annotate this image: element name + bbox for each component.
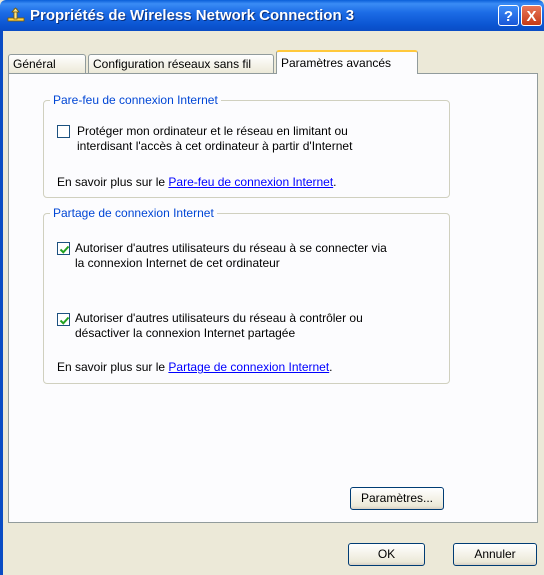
cancel-button[interactable]: Annuler	[453, 543, 537, 566]
firewall-group: Pare-feu de connexion Internet Protéger …	[43, 93, 450, 198]
close-icon: X	[526, 8, 537, 25]
tab-advanced[interactable]: Paramètres avancés	[276, 50, 418, 74]
settings-button[interactable]: Paramètres...	[350, 487, 444, 510]
sharing-group: Partage de connexion Internet Autoriser …	[43, 206, 450, 384]
firewall-checkbox[interactable]	[57, 125, 70, 138]
allow-connect-line1: Autoriser d'autres utilisateurs du résea…	[75, 241, 387, 255]
sharing-learn-more: En savoir plus sur le Partage de connexi…	[57, 360, 333, 375]
checkmark-icon	[59, 245, 70, 254]
allow-connect-checkbox[interactable]	[57, 242, 70, 255]
checkmark-icon	[59, 316, 70, 325]
close-button[interactable]: X	[521, 5, 542, 26]
allow-control-line2: désactiver la connexion Internet partagé…	[75, 326, 296, 340]
window-border	[0, 31, 3, 575]
firewall-learn-more: En savoir plus sur le Pare-feu de connex…	[57, 175, 337, 190]
firewall-legend: Pare-feu de connexion Internet	[50, 93, 221, 107]
properties-dialog: Propriétés de Wireless Network Connectio…	[0, 0, 544, 575]
tab-wireless-config[interactable]: Configuration réseaux sans fil	[88, 54, 274, 73]
help-button[interactable]: ?	[498, 5, 519, 26]
ok-button[interactable]: OK	[348, 543, 425, 566]
firewall-label-line2: interdisant l'accès à cet ordinateur à p…	[77, 139, 353, 153]
network-connection-icon	[6, 6, 26, 24]
firewall-help-link[interactable]: Pare-feu de connexion Internet	[168, 175, 333, 189]
window-title: Propriétés de Wireless Network Connectio…	[30, 7, 355, 24]
firewall-label-line1: Protéger mon ordinateur et le réseau en …	[77, 124, 348, 138]
allow-control-checkbox[interactable]	[57, 313, 70, 326]
firewall-learn-prefix: En savoir plus sur le	[57, 175, 169, 189]
allow-control-line1: Autoriser d'autres utilisateurs du résea…	[75, 311, 363, 325]
sharing-learn-suffix: .	[329, 360, 333, 374]
allow-connect-line2: la connexion Internet de cet ordinateur	[75, 256, 280, 270]
sharing-help-link[interactable]: Partage de connexion Internet	[168, 360, 329, 374]
tab-panel-advanced: Pare-feu de connexion Internet Protéger …	[8, 73, 538, 523]
sharing-learn-prefix: En savoir plus sur le	[57, 360, 169, 374]
title-bar[interactable]: Propriétés de Wireless Network Connectio…	[0, 0, 544, 31]
sharing-legend: Partage de connexion Internet	[50, 206, 217, 220]
tab-general[interactable]: Général	[8, 54, 86, 73]
firewall-learn-suffix: .	[333, 175, 337, 189]
